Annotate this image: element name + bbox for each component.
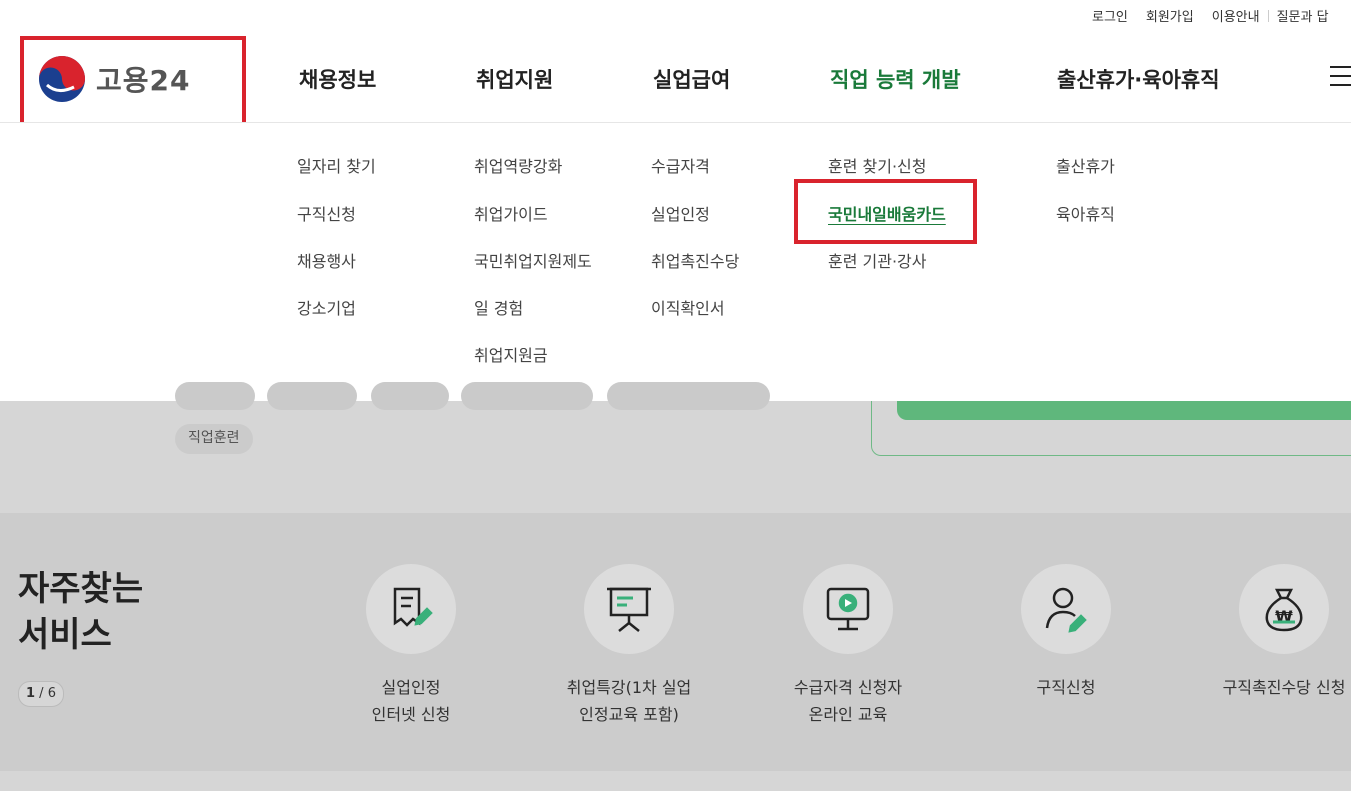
carousel-pager[interactable]: 1 / 6: [18, 681, 64, 707]
tag-pill: [607, 382, 770, 410]
service-unemployment-recognition[interactable]: 실업인정 인터넷 신청: [311, 564, 511, 728]
person-pen-icon: [1045, 587, 1087, 633]
tag-pill: [175, 382, 255, 410]
presentation-board-icon: [607, 587, 651, 632]
money-bag-icon: ₩: [1265, 588, 1303, 632]
hamburger-menu-icon[interactable]: [1330, 66, 1351, 86]
service-job-application[interactable]: 구직신청: [966, 564, 1166, 701]
menu-eligibility[interactable]: 수급자격: [651, 153, 710, 177]
menu-training-institution[interactable]: 훈련 기관·강사: [828, 248, 927, 272]
nav-maternity-leave[interactable]: 출산휴가·육아휴직: [1057, 64, 1220, 94]
tag-vocational-training[interactable]: 직업훈련: [175, 424, 253, 454]
service-online-education[interactable]: 수급자격 신청자 온라인 교육: [748, 564, 948, 728]
menu-job-fair[interactable]: 채용행사: [297, 248, 356, 272]
search-panel-button[interactable]: [897, 401, 1351, 420]
divider: [1267, 9, 1269, 22]
menu-job-application[interactable]: 구직신청: [297, 201, 356, 225]
tag-pill: [267, 382, 357, 410]
highlight-box-learning-card: [794, 179, 977, 244]
menu-capacity-building[interactable]: 취업역량강화: [474, 153, 562, 177]
nav-recruitment[interactable]: 채용정보: [299, 64, 376, 94]
menu-employment-subsidy[interactable]: 취업지원금: [474, 342, 548, 366]
bottom-dimmed-band: [0, 771, 1351, 791]
menu-employment-guide[interactable]: 취업가이드: [474, 201, 548, 225]
tag-pill: [371, 382, 449, 410]
monitor-play-icon: [826, 587, 870, 631]
nav-unemployment-benefit[interactable]: 실업급여: [653, 64, 730, 94]
nav-vocational-training[interactable]: 직업 능력 개발: [830, 64, 961, 94]
service-reemployment-allowance[interactable]: ₩ 구직촉진수당 신청: [1184, 564, 1351, 701]
menu-training-search[interactable]: 훈련 찾기·신청: [828, 153, 927, 177]
menu-job-search[interactable]: 일자리 찾기: [297, 153, 376, 177]
signup-link[interactable]: 회원가입: [1146, 6, 1194, 25]
utility-links: 로그인 회원가입 이용안내 질문과 답: [1092, 6, 1347, 25]
guide-link[interactable]: 이용안내: [1212, 6, 1260, 25]
menu-small-giant[interactable]: 강소기업: [297, 295, 356, 319]
menu-maternity-leave[interactable]: 출산휴가: [1056, 153, 1115, 177]
menu-parental-leave[interactable]: 육아휴직: [1056, 201, 1115, 225]
tag-pill: [461, 382, 593, 410]
menu-separation-certificate[interactable]: 이직확인서: [651, 295, 725, 319]
nav-employment-support[interactable]: 취업지원: [476, 64, 553, 94]
menu-work-experience[interactable]: 일 경험: [474, 295, 523, 319]
login-link[interactable]: 로그인: [1092, 6, 1128, 25]
service-employment-lecture[interactable]: 취업특강(1차 실업 인정교육 포함): [529, 564, 729, 728]
menu-national-employment-support[interactable]: 국민취업지원제도: [474, 248, 592, 272]
qna-link[interactable]: 질문과 답: [1277, 6, 1329, 25]
menu-unemployment-recognition[interactable]: 실업인정: [651, 201, 710, 225]
frequent-services-title: 자주찾는 서비스: [18, 569, 144, 655]
menu-reemployment-allowance[interactable]: 취업촉진수당: [651, 248, 739, 272]
document-pen-icon: [393, 587, 433, 627]
